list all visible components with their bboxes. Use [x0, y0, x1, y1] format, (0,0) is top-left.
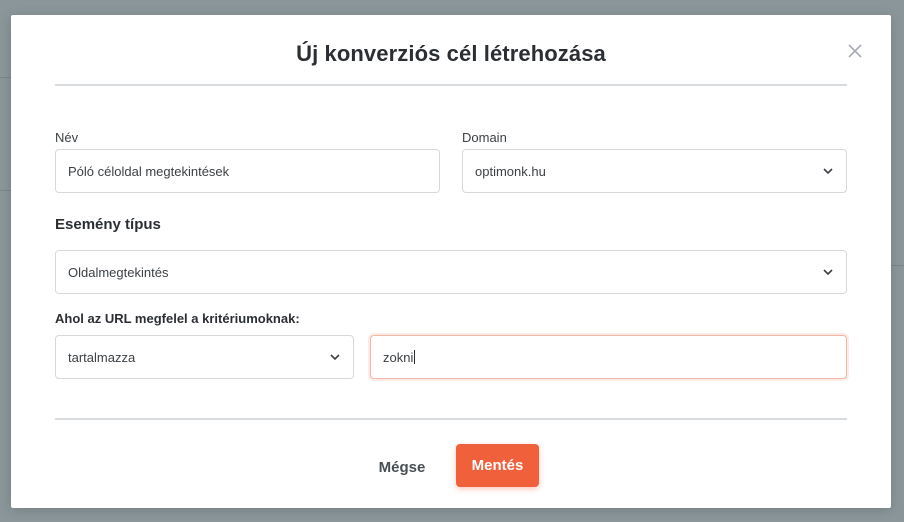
- domain-select[interactable]: optimonk.hu: [462, 149, 847, 193]
- event-type-label: Esemény típus: [55, 216, 161, 233]
- url-rule-label: Ahol az URL megfelel a kritériumoknak:: [55, 311, 300, 326]
- domain-select-value: optimonk.hu: [475, 163, 546, 179]
- url-value-input[interactable]: zokni: [370, 335, 847, 379]
- name-label: Név: [55, 130, 79, 145]
- close-icon[interactable]: [845, 41, 865, 61]
- url-operator-value: tartalmazza: [68, 349, 136, 365]
- save-button[interactable]: Mentés: [456, 444, 539, 487]
- create-conversion-goal-modal: Új konverziós cél létrehozása Név Póló c…: [11, 15, 891, 508]
- url-operator-select[interactable]: tartalmazza: [55, 335, 354, 379]
- chevron-down-icon: [823, 168, 833, 175]
- text-cursor: [414, 350, 416, 364]
- background-divider: [0, 77, 11, 78]
- chevron-down-icon: [330, 354, 340, 361]
- cancel-button[interactable]: Mégse: [367, 453, 437, 481]
- name-input-value: Póló céloldal megtekintések: [68, 163, 230, 179]
- background-divider: [891, 265, 904, 266]
- event-type-select[interactable]: Oldalmegtekintés: [55, 250, 847, 294]
- name-input[interactable]: Póló céloldal megtekintések: [55, 149, 440, 193]
- background-divider: [0, 190, 11, 191]
- title-divider: [55, 84, 847, 86]
- domain-label: Domain: [462, 130, 507, 145]
- footer-divider: [55, 418, 847, 420]
- event-type-select-value: Oldalmegtekintés: [68, 264, 169, 280]
- chevron-down-icon: [823, 269, 833, 276]
- modal-title: Új konverziós cél létrehozása: [296, 41, 606, 66]
- url-value-input-text: zokni: [383, 349, 414, 365]
